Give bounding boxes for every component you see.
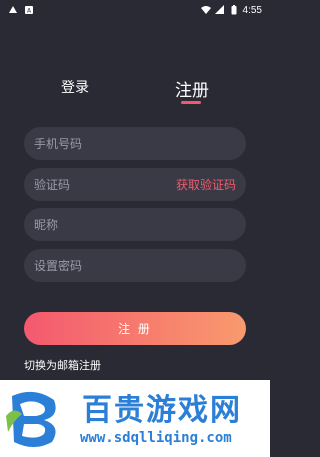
signal-icon — [214, 5, 225, 15]
verification-code-input[interactable] — [34, 177, 176, 192]
tab-register[interactable]: 注册 — [175, 76, 209, 101]
switch-email-link[interactable]: 切换为邮箱注册 — [24, 357, 101, 373]
status-time: 4:55 — [242, 4, 262, 16]
watermark-banner: 百贵游戏网 www.sdqlliqing.com — [0, 380, 270, 457]
verification-code-field[interactable]: 获取验证码 — [24, 168, 246, 201]
tab-login[interactable]: 登录 — [61, 77, 89, 97]
status-left: A — [8, 5, 34, 15]
watermark-title: 百贵游戏网 — [82, 393, 242, 428]
nickname-input[interactable] — [34, 217, 236, 232]
register-button[interactable]: 注 册 — [24, 312, 246, 345]
status-bar: A 4:55 — [0, 0, 270, 20]
notification-icon — [8, 5, 18, 15]
phone-input[interactable] — [34, 136, 236, 151]
active-tab-indicator — [181, 101, 201, 104]
status-right: 4:55 — [200, 4, 262, 16]
battery-icon — [229, 5, 239, 15]
nickname-field[interactable] — [24, 208, 246, 241]
watermark-logo-icon — [6, 391, 56, 447]
wifi-icon — [200, 5, 211, 15]
password-field[interactable] — [24, 249, 246, 282]
app-icon: A — [24, 5, 34, 15]
phone-field[interactable] — [24, 127, 246, 160]
watermark-url: www.sdqlliqing.com — [80, 430, 232, 446]
password-input[interactable] — [34, 258, 236, 273]
get-code-button[interactable]: 获取验证码 — [176, 176, 236, 193]
auth-tabs: 登录 注册 — [0, 76, 270, 116]
